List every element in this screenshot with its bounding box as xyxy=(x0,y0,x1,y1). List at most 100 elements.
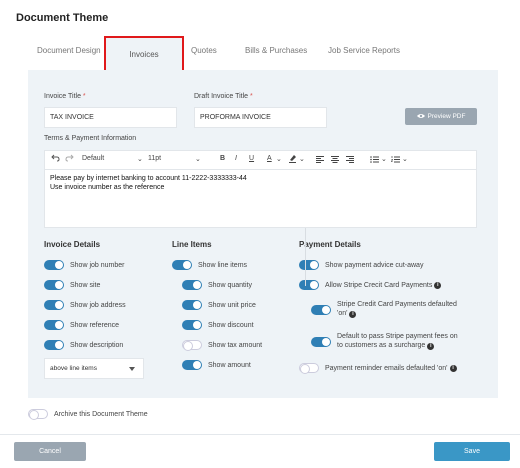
font-size-select[interactable]: 11pt xyxy=(148,155,161,162)
info-icon[interactable]: i xyxy=(427,343,435,350)
invoice-title-label: Invoice Title * xyxy=(44,93,86,100)
align-center-icon[interactable] xyxy=(331,156,339,165)
terms-editor[interactable]: Default ⌄ 11pt ⌄ B I U A ⌄ ⌄ ⌄ ⌄ Please … xyxy=(44,150,477,228)
eye-icon xyxy=(416,113,425,121)
toggle-row-description[interactable]: Show description xyxy=(44,340,123,350)
toggle-label: Show unit price xyxy=(208,301,256,309)
line-items-heading: Line Items xyxy=(172,240,212,249)
toggle-row-job-number[interactable]: Show job number xyxy=(44,260,124,270)
align-right-icon[interactable] xyxy=(346,156,354,165)
font-family-select[interactable]: Default xyxy=(82,155,104,162)
invoice-title-input[interactable]: TAX INVOICE xyxy=(44,107,177,128)
toggle-label: Show job number xyxy=(70,261,125,269)
align-left-icon[interactable] xyxy=(316,156,324,165)
toggle-switch[interactable] xyxy=(182,340,202,351)
highlight-icon[interactable] xyxy=(288,154,297,165)
italic-icon[interactable]: I xyxy=(235,155,237,162)
editor-content[interactable]: Please pay by internet banking to accoun… xyxy=(45,170,476,197)
select-value: above line items xyxy=(50,365,97,372)
toggle-switch[interactable] xyxy=(182,300,202,310)
label-line: 'on' xyxy=(337,310,348,317)
tab-quotes[interactable]: Quotes xyxy=(191,46,217,55)
toggle-switch[interactable] xyxy=(172,260,192,270)
tab-job-service-reports[interactable]: Job Service Reports xyxy=(328,46,400,55)
toggle-row-discount[interactable]: Show discount xyxy=(182,320,254,330)
label-line: to customers as a surcharge xyxy=(337,342,426,349)
tab-bar: Document Design Invoices Quotes Bills & … xyxy=(28,36,498,72)
bullet-list-icon[interactable] xyxy=(370,156,379,165)
toggle-row-tax-amount[interactable]: Show tax amount xyxy=(182,340,262,351)
toggle-row-stripe-payments[interactable]: Allow Stripe Crecit Card Payments i xyxy=(299,280,442,290)
tab-bills-purchases[interactable]: Bills & Purchases xyxy=(245,46,307,55)
toggle-label: Default to pass Stripe payment fees on to… xyxy=(337,332,458,350)
toggle-label: Show amount xyxy=(208,361,251,369)
draft-title-input[interactable]: PROFORMA INVOICE xyxy=(194,107,327,128)
toggle-row-reference[interactable]: Show reference xyxy=(44,320,119,330)
toggle-switch[interactable] xyxy=(299,363,319,374)
toggle-row-quantity[interactable]: Show quantity xyxy=(182,280,252,290)
toggle-label: Show discount xyxy=(208,321,254,329)
sub-options-divider xyxy=(305,228,306,286)
toggle-row-payment-reminder[interactable]: Payment reminder emails defaulted 'on' i xyxy=(299,363,457,374)
chevron-down-icon: ⌄ xyxy=(276,156,282,163)
tab-document-design[interactable]: Document Design xyxy=(37,46,101,55)
info-icon[interactable]: i xyxy=(349,311,357,318)
info-icon[interactable]: i xyxy=(434,281,442,289)
undo-icon[interactable] xyxy=(51,154,60,164)
terms-label: Terms & Payment Information xyxy=(44,135,137,142)
chevron-down-icon: ⌄ xyxy=(195,156,201,163)
chevron-down-icon: ⌄ xyxy=(137,156,143,163)
editor-line: Please pay by internet banking to accoun… xyxy=(50,175,247,182)
toggle-switch[interactable] xyxy=(44,340,64,350)
toggle-switch[interactable] xyxy=(182,280,202,290)
save-button[interactable]: Save xyxy=(434,442,510,461)
draft-title-label: Draft Invoice Title * xyxy=(194,93,253,100)
toggle-switch[interactable] xyxy=(299,260,319,270)
toggle-label: Show site xyxy=(70,281,101,289)
toggle-switch[interactable] xyxy=(44,260,64,270)
toggle-row-stripe-default-on[interactable]: Stripe Credit Card Payments defaulted 'on… xyxy=(311,300,457,318)
toggle-switch[interactable] xyxy=(44,320,64,330)
tab-invoices[interactable]: Invoices xyxy=(104,36,184,72)
toggle-switch[interactable] xyxy=(299,280,319,290)
toggle-row-archive[interactable]: Archive this Document Theme xyxy=(28,409,148,420)
toggle-switch[interactable] xyxy=(182,360,202,370)
description-position-select[interactable]: above line items xyxy=(44,358,144,379)
toggle-switch[interactable] xyxy=(311,305,331,315)
caret-down-icon xyxy=(129,367,135,371)
preview-pdf-button[interactable]: Preview PDF xyxy=(405,108,477,125)
toggle-row-line-items[interactable]: Show line items xyxy=(172,260,247,270)
toggle-label: Stripe Credit Card Payments defaulted 'on… xyxy=(337,300,457,318)
cancel-button[interactable]: Cancel xyxy=(14,442,86,461)
toggle-label: Allow Stripe Crecit Card Payments xyxy=(325,281,433,289)
toggle-row-amount[interactable]: Show amount xyxy=(182,360,251,370)
toggle-switch[interactable] xyxy=(44,280,64,290)
chevron-down-icon: ⌄ xyxy=(402,156,408,163)
chevron-down-icon: ⌄ xyxy=(299,156,305,163)
toggle-label: Show quantity xyxy=(208,281,252,289)
footer-divider xyxy=(0,434,520,435)
toggle-label: Show payment advice cut-away xyxy=(325,261,424,269)
toggle-switch[interactable] xyxy=(182,320,202,330)
dialog-title: Document Theme xyxy=(16,12,109,24)
toggle-row-stripe-surcharge[interactable]: Default to pass Stripe payment fees on to… xyxy=(311,332,458,350)
toggle-label: Show reference xyxy=(70,321,120,329)
toggle-label: Show line items xyxy=(198,261,248,269)
redo-icon[interactable] xyxy=(65,154,74,164)
toggle-row-site[interactable]: Show site xyxy=(44,280,100,290)
toggle-switch[interactable] xyxy=(311,337,331,347)
toggle-switch[interactable] xyxy=(28,409,48,420)
editor-toolbar: Default ⌄ 11pt ⌄ B I U A ⌄ ⌄ ⌄ ⌄ xyxy=(45,151,476,170)
toggle-row-job-address[interactable]: Show job address xyxy=(44,300,126,310)
payment-details-heading: Payment Details xyxy=(299,240,361,249)
toggle-label: Archive this Document Theme xyxy=(54,410,148,418)
bold-icon[interactable]: B xyxy=(220,155,225,162)
toggle-label: Show job address xyxy=(70,301,126,309)
numbered-list-icon[interactable] xyxy=(390,156,400,165)
info-icon[interactable]: i xyxy=(449,364,457,372)
text-color-icon[interactable]: A xyxy=(267,155,272,162)
toggle-row-unit-price[interactable]: Show unit price xyxy=(182,300,256,310)
toggle-switch[interactable] xyxy=(44,300,64,310)
toggle-row-payment-advice[interactable]: Show payment advice cut-away xyxy=(299,260,423,270)
underline-icon[interactable]: U xyxy=(249,155,254,162)
